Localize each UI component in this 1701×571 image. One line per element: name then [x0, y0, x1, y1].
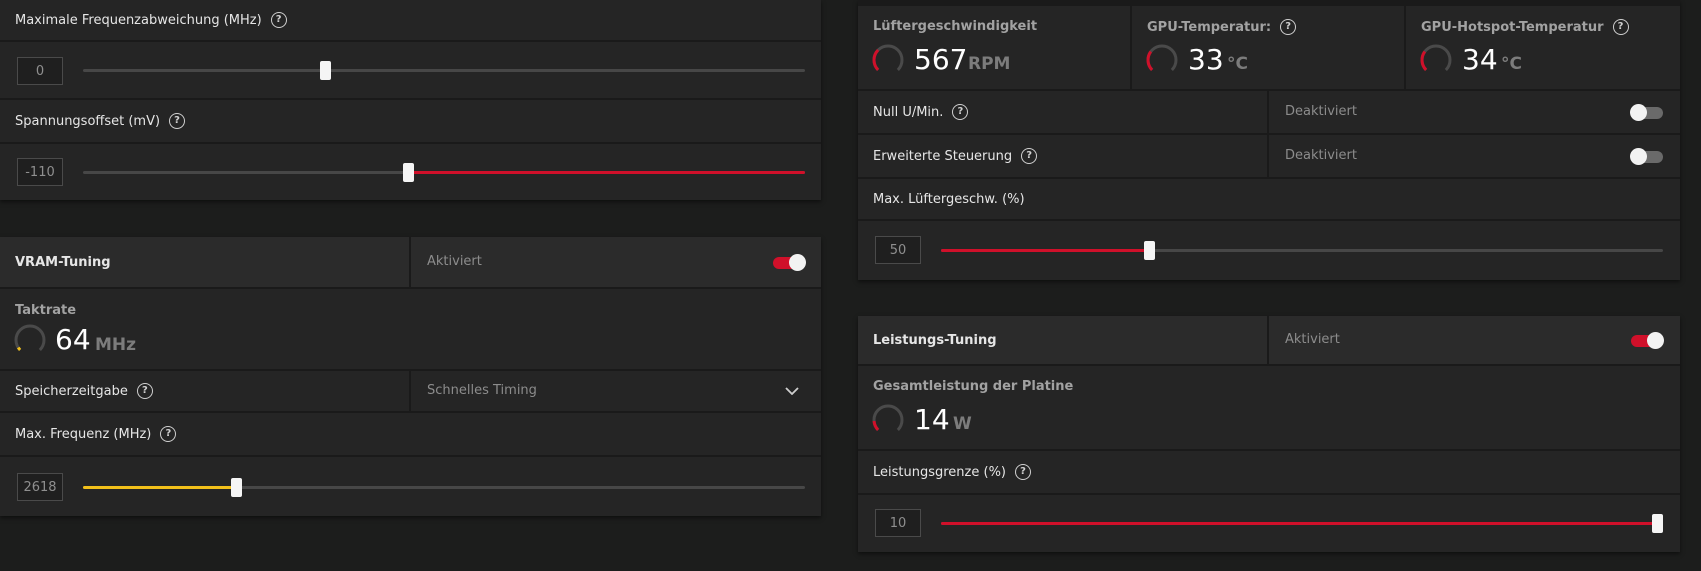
advanced-control-row: Erweiterte Steuerung ? Deaktiviert — [858, 135, 1680, 179]
fan-tuning-panel: Lüftergeschwindigkeit 567 RPM GPU-Temper… — [858, 0, 1680, 280]
board-power-title: Gesamtleistung der Platine — [873, 379, 1074, 394]
help-icon[interactable]: ? — [169, 113, 186, 129]
board-power-value: 14 — [914, 403, 950, 436]
vram-clock-title: Taktrate — [15, 303, 77, 318]
freq-dev-value-box[interactable]: 0 — [17, 57, 63, 85]
vram-clock-row: Taktrate 64 MHz — [0, 289, 821, 371]
gpu-temp-gauge-icon — [1146, 44, 1178, 76]
gpu-temp-cell: GPU-Temperatur: ? 33 °C — [1132, 6, 1404, 89]
voltage-slider-fill — [408, 171, 805, 174]
vram-clock-unit: MHz — [95, 335, 137, 355]
timing-row: Speicherzeitgabe ? Schnelles Timing — [0, 371, 821, 413]
power-limit-value-box[interactable]: 10 — [875, 509, 921, 537]
fan-metrics-row: Lüftergeschwindigkeit 567 RPM GPU-Temper… — [858, 6, 1680, 91]
max-fan-speed-slider-fill — [941, 249, 1149, 252]
toggle-knob — [1647, 332, 1664, 349]
freq-dev-row: Maximale Frequenzabweichung (MHz) ? — [0, 0, 821, 42]
freq-dev-slider-row: 0 — [0, 42, 821, 100]
power-limit-row: Leistungsgrenze (%) ? — [858, 451, 1680, 495]
advanced-control-status: Deaktiviert — [1285, 148, 1357, 163]
help-icon[interactable]: ? — [270, 12, 287, 28]
gpu-temp-value: 33 — [1188, 43, 1224, 76]
power-limit-label: Leistungsgrenze (%) ? — [873, 451, 1031, 493]
gpu-temp-unit: °C — [1227, 54, 1248, 74]
power-limit-slider-fill — [941, 522, 1657, 525]
chevron-down-icon[interactable] — [785, 387, 799, 395]
freq-dev-slider-track[interactable] — [83, 69, 805, 72]
vram-tuning-panel: VRAM-Tuning Aktiviert Taktrate 64 MHz Sp… — [0, 237, 821, 516]
zero-rpm-row: Null U/Min. ? Deaktiviert — [858, 91, 1680, 135]
max-freq-slider-thumb[interactable] — [231, 478, 242, 497]
power-status: Aktiviert — [1285, 332, 1340, 347]
voltage-row: Spannungsoffset (mV) ? — [0, 100, 821, 144]
divider — [1267, 91, 1269, 133]
help-icon[interactable]: ? — [160, 426, 177, 442]
power-limit-slider-thumb[interactable] — [1652, 514, 1663, 533]
voltage-slider-thumb[interactable] — [403, 163, 414, 182]
help-icon[interactable]: ? — [136, 383, 153, 399]
divider — [1267, 316, 1269, 364]
fan-speed-gauge-icon — [872, 44, 904, 76]
advanced-control-label: Erweiterte Steuerung ? — [873, 135, 1038, 177]
max-fan-speed-label: Max. Lüftergeschw. (%) — [873, 191, 1025, 207]
fan-speed-title: Lüftergeschwindigkeit — [873, 19, 1038, 34]
hotspot-temp-title: GPU-Hotspot-Temperatur ? — [1421, 19, 1629, 35]
toggle-knob — [1630, 104, 1647, 121]
power-toggle[interactable] — [1631, 332, 1664, 349]
max-freq-value-box[interactable]: 2618 — [17, 473, 63, 501]
hotspot-temp-unit: °C — [1501, 54, 1522, 74]
vram-header-row: VRAM-Tuning Aktiviert — [0, 237, 821, 289]
toggle-knob — [789, 254, 806, 271]
timing-dropdown[interactable]: Schnelles Timing — [427, 383, 537, 398]
fan-speed-cell: Lüftergeschwindigkeit 567 RPM — [858, 6, 1130, 89]
max-freq-row: Max. Frequenz (MHz) ? — [0, 413, 821, 457]
hotspot-temp-value: 34 — [1462, 43, 1498, 76]
vram-toggle[interactable] — [773, 254, 806, 271]
vram-status: Aktiviert — [427, 254, 482, 269]
max-freq-slider-fill — [83, 486, 236, 489]
zero-rpm-label: Null U/Min. ? — [873, 91, 969, 133]
max-freq-label: Max. Frequenz (MHz) ? — [15, 413, 177, 455]
max-freq-slider-row: 2618 — [0, 457, 821, 516]
fan-speed-unit: RPM — [968, 54, 1011, 74]
divider — [1267, 135, 1269, 177]
help-icon[interactable]: ? — [1280, 19, 1297, 35]
zero-rpm-status: Deaktiviert — [1285, 104, 1357, 119]
max-fan-speed-slider-row: 50 — [858, 221, 1680, 280]
help-icon[interactable]: ? — [952, 104, 969, 120]
gpu-tuning-panel: Maximale Frequenzabweichung (MHz) ? 0 Sp… — [0, 0, 821, 200]
max-fan-speed-row: Max. Lüftergeschw. (%) — [858, 179, 1680, 221]
freq-dev-slider-thumb[interactable] — [320, 61, 331, 80]
board-power-unit: W — [953, 414, 972, 434]
vram-clock-gauge-icon — [14, 324, 46, 356]
hotspot-temp-gauge-icon — [1420, 44, 1452, 76]
max-fan-speed-value-box[interactable]: 50 — [875, 236, 921, 264]
zero-rpm-toggle[interactable] — [1630, 104, 1663, 121]
freq-dev-label: Maximale Frequenzabweichung (MHz) ? — [15, 0, 287, 40]
divider — [409, 371, 411, 411]
help-icon[interactable]: ? — [1021, 148, 1038, 164]
board-power-row: Gesamtleistung der Platine 14 W — [858, 366, 1680, 451]
max-fan-speed-slider-thumb[interactable] — [1144, 241, 1155, 260]
help-icon[interactable]: ? — [1612, 19, 1629, 35]
gpu-temp-title: GPU-Temperatur: ? — [1147, 19, 1297, 35]
divider — [409, 237, 411, 287]
power-header-row: Leistungs-Tuning Aktiviert — [858, 316, 1680, 366]
voltage-label: Spannungsoffset (mV) ? — [15, 100, 186, 142]
voltage-value-box[interactable]: -110 — [17, 158, 63, 186]
advanced-control-toggle[interactable] — [1630, 148, 1663, 165]
power-limit-slider-row: 10 — [858, 495, 1680, 552]
voltage-slider-row: -110 — [0, 144, 821, 200]
hotspot-temp-cell: GPU-Hotspot-Temperatur ? 34 °C — [1406, 6, 1680, 89]
timing-label: Speicherzeitgabe ? — [15, 371, 153, 411]
board-power-gauge-icon — [872, 404, 904, 436]
toggle-knob — [1630, 148, 1647, 165]
power-title: Leistungs-Tuning — [873, 332, 997, 348]
vram-clock-value: 64 — [55, 323, 91, 356]
power-tuning-panel: Leistungs-Tuning Aktiviert Gesamtleistun… — [858, 316, 1680, 552]
fan-speed-value: 567 — [914, 43, 968, 76]
help-icon[interactable]: ? — [1015, 464, 1031, 480]
vram-title: VRAM-Tuning — [15, 254, 111, 270]
